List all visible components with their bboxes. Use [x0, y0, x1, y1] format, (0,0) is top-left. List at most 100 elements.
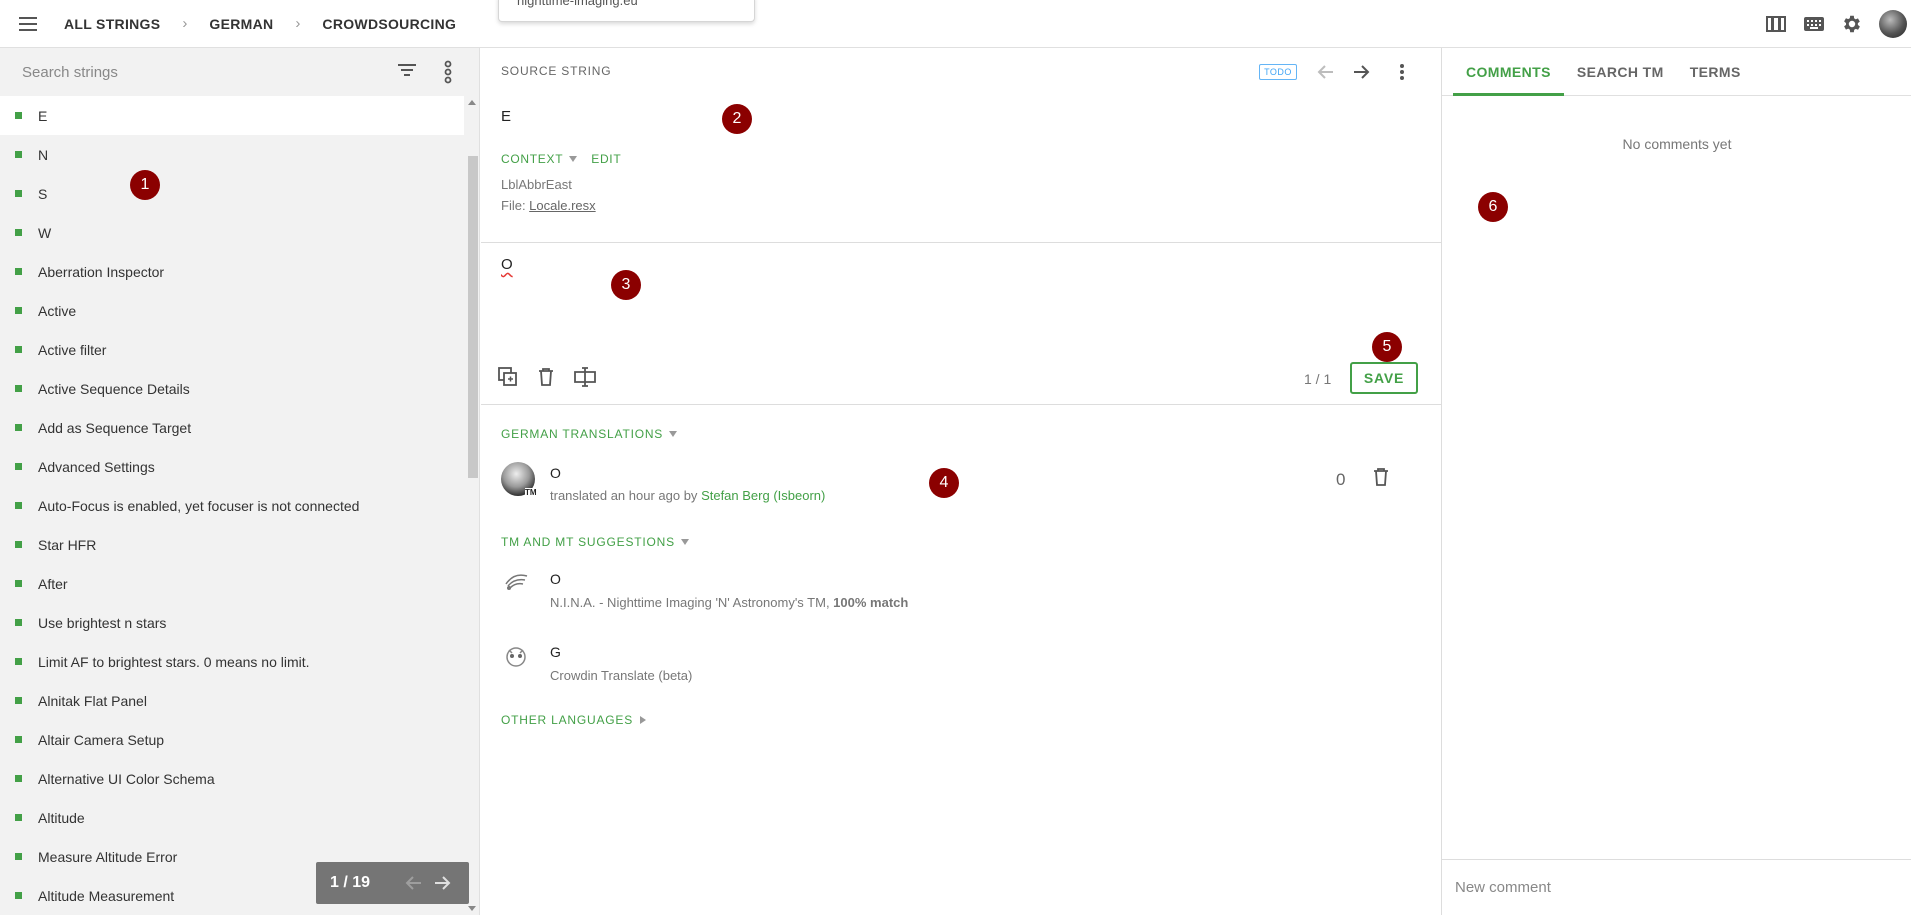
annotation-badge: 5: [1372, 332, 1402, 362]
string-list-item[interactable]: Active Sequence Details: [0, 369, 464, 408]
status-square-icon: [15, 775, 22, 782]
new-comment-input[interactable]: [1455, 879, 1895, 896]
string-list-label: E: [38, 107, 48, 124]
string-list-item[interactable]: Use brightest n stars: [0, 603, 464, 642]
caret-down-icon: [569, 156, 578, 162]
status-square-icon: [15, 892, 22, 899]
more-options-icon[interactable]: [440, 60, 456, 84]
scrollbar[interactable]: [465, 96, 480, 915]
tab-search-tm[interactable]: SEARCH TM: [1564, 48, 1677, 96]
string-list-item[interactable]: Altitude: [0, 798, 464, 837]
suggestion-text[interactable]: O: [550, 571, 561, 587]
translation-meta: translated an hour ago by Stefan Berg (I…: [550, 488, 825, 503]
string-list-item[interactable]: Active: [0, 291, 464, 330]
string-list-label: Alnitak Flat Panel: [38, 692, 147, 709]
plural-counter: 1 / 1: [1304, 371, 1332, 387]
scroll-thumb[interactable]: [468, 156, 478, 478]
string-list-label: Star HFR: [38, 536, 97, 553]
scroll-down-icon[interactable]: [468, 906, 476, 911]
top-bar: ALL STRINGS › GERMAN › CROWDSOURCING: [0, 0, 1911, 48]
translations-label: GERMAN TRANSLATIONS: [501, 427, 664, 441]
status-square-icon: [15, 190, 22, 197]
scroll-up-icon[interactable]: [468, 100, 476, 105]
suggestion-source: Crowdin Translate (beta): [550, 668, 693, 683]
keyboard-icon[interactable]: [1801, 11, 1827, 37]
more-vert-icon[interactable]: [1388, 58, 1416, 86]
string-list-label: Measure Altitude Error: [38, 848, 178, 865]
string-list-item[interactable]: W: [0, 213, 464, 252]
context-toggle[interactable]: CONTEXT: [501, 152, 578, 166]
copy-source-icon[interactable]: [495, 364, 521, 390]
file-prefix: File:: [501, 198, 530, 213]
empty-comments-text: No comments yet: [1622, 136, 1732, 152]
next-string-arrow-icon[interactable]: [1348, 58, 1376, 86]
autocomplete-dropdown[interactable]: nighttime-imaging.eu: [498, 0, 755, 22]
string-list-item[interactable]: E: [0, 96, 464, 135]
context-label: CONTEXT: [501, 152, 564, 166]
status-square-icon: [15, 619, 22, 626]
gear-icon[interactable]: [1839, 11, 1865, 37]
annotation-badge: 3: [611, 270, 641, 300]
string-list-item[interactable]: Aberration Inspector: [0, 252, 464, 291]
tab-comments[interactable]: COMMENTS: [1453, 48, 1564, 96]
delete-translation-icon[interactable]: [1367, 463, 1395, 491]
translations-toggle[interactable]: GERMAN TRANSLATIONS: [501, 427, 678, 441]
layout-icon[interactable]: [1763, 11, 1789, 37]
dropdown-item[interactable]: nighttime-imaging.eu: [517, 0, 638, 8]
string-list-label: Altitude Measurement: [38, 887, 175, 904]
caret-down-icon: [680, 539, 689, 545]
vote-count[interactable]: 0: [1336, 470, 1345, 490]
string-list-item[interactable]: Advanced Settings: [0, 447, 464, 486]
search-input[interactable]: [22, 63, 382, 81]
string-list-item[interactable]: Auto-Focus is enabled, yet focuser is no…: [0, 486, 464, 525]
divider: [481, 242, 1441, 243]
string-list-item[interactable]: Active filter: [0, 330, 464, 369]
breadcrumb: ALL STRINGS › GERMAN › CROWDSOURCING: [64, 15, 456, 32]
tab-terms[interactable]: TERMS: [1677, 48, 1754, 96]
status-square-icon: [15, 346, 22, 353]
string-list-item[interactable]: Alternative UI Color Schema: [0, 759, 464, 798]
breadcrumb-all-strings[interactable]: ALL STRINGS: [64, 16, 160, 32]
suggestions-toggle[interactable]: TM AND MT SUGGESTIONS: [501, 535, 689, 549]
string-list-item[interactable]: Star HFR: [0, 525, 464, 564]
editor-panel: SOURCE STRING TODO E CONTEXT EDIT LblAbb…: [481, 48, 1441, 915]
other-languages-toggle[interactable]: OTHER LANGUAGES: [501, 713, 647, 727]
clear-icon[interactable]: [533, 364, 559, 390]
string-pager: 1 / 19: [316, 862, 469, 904]
save-button[interactable]: SAVE: [1350, 362, 1418, 394]
prev-string-arrow-icon[interactable]: [1311, 58, 1339, 86]
file-link[interactable]: Locale.resx: [529, 198, 595, 213]
string-list-item[interactable]: Add as Sequence Target: [0, 408, 464, 447]
tm-mark: TM: [525, 488, 537, 497]
breadcrumb-language[interactable]: GERMAN: [209, 16, 273, 32]
string-list-item[interactable]: Limit AF to brightest stars. 0 means no …: [0, 642, 464, 681]
pager-next-arrow-icon[interactable]: [428, 868, 458, 898]
string-list: E N S W Aberration Inspector Active Active fil…: [0, 96, 464, 915]
divider: [481, 404, 1441, 405]
string-list-item[interactable]: N: [0, 135, 464, 174]
suggestion-source-name: N.I.N.A. - Nighttime Imaging 'N' Astrono…: [550, 595, 834, 610]
menu-icon[interactable]: [14, 10, 42, 38]
string-list-label: Active Sequence Details: [38, 380, 190, 397]
status-square-icon: [15, 229, 22, 236]
string-list-label: N: [38, 146, 49, 163]
breadcrumb-project[interactable]: CROWDSOURCING: [322, 16, 456, 32]
string-list-item[interactable]: Altair Camera Setup: [0, 720, 464, 759]
edit-context-link[interactable]: EDIT: [591, 152, 621, 166]
suggestions-label: TM AND MT SUGGESTIONS: [501, 535, 675, 549]
string-list-item[interactable]: S: [0, 174, 464, 213]
right-tabs: COMMENTS SEARCH TM TERMS: [1442, 48, 1911, 96]
comments-panel: COMMENTS SEARCH TM TERMS No comments yet: [1441, 48, 1911, 915]
text-cursor-icon[interactable]: [572, 364, 598, 390]
translator-link[interactable]: Stefan Berg (Isbeorn): [701, 488, 825, 503]
suggestion-text[interactable]: G: [550, 644, 561, 660]
string-list-item[interactable]: After: [0, 564, 464, 603]
filter-icon[interactable]: [397, 62, 419, 82]
string-list-item[interactable]: Alnitak Flat Panel: [0, 681, 464, 720]
status-square-icon: [15, 424, 22, 431]
status-square-icon: [15, 697, 22, 704]
other-languages-label: OTHER LANGUAGES: [501, 713, 634, 727]
user-avatar[interactable]: [1879, 10, 1907, 38]
pager-prev-arrow-icon[interactable]: [398, 868, 428, 898]
status-badge: TODO: [1259, 64, 1297, 80]
